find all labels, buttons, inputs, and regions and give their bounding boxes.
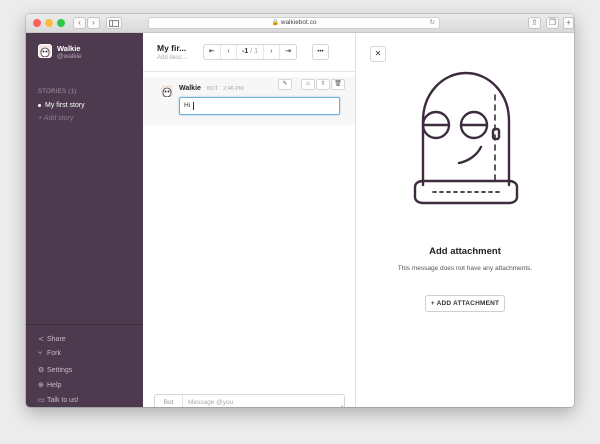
url-bar[interactable]: 🔒 walkiebot.co ↻ bbox=[148, 17, 440, 29]
chevron-right-icon: › bbox=[92, 18, 95, 27]
prev-page-button[interactable]: ‹ bbox=[221, 45, 238, 59]
sidebar: Walkie @walkie STORIES (1) My first stor… bbox=[26, 33, 143, 407]
sidebar-story-item[interactable]: My first story bbox=[38, 102, 85, 109]
zoom-window-button[interactable] bbox=[57, 19, 65, 27]
add-story-link[interactable]: + Add story bbox=[38, 115, 73, 122]
share-icon: ⇪ bbox=[531, 18, 538, 27]
sidebar-toggle-button[interactable] bbox=[106, 17, 122, 29]
composer: Bot Message @you ◢ bbox=[154, 394, 345, 407]
url-text: walkiebot.co bbox=[280, 19, 317, 26]
bot-handle: @walkie bbox=[57, 53, 82, 60]
message-pager: ⇤ ‹ -1 / 1 › ⇥ bbox=[203, 44, 297, 60]
delete-message-button[interactable]: 🗑 bbox=[331, 79, 345, 90]
sidebar-divider bbox=[26, 324, 143, 325]
share-label: Share bbox=[47, 336, 66, 343]
next-page-button[interactable]: › bbox=[264, 45, 281, 59]
story-description-input[interactable]: Add desc... bbox=[157, 55, 187, 61]
chevron-left-icon: ‹ bbox=[78, 18, 81, 27]
story-panel: My fir... Add desc... ⇤ ‹ -1 / 1 › ⇥ •••… bbox=[143, 33, 356, 407]
chat-icon: ▭ bbox=[38, 397, 45, 404]
pencil-icon: ✎ bbox=[282, 81, 288, 87]
upload-icon: ⇧ bbox=[320, 81, 326, 87]
browser-window: ‹ › 🔒 walkiebot.co ↻ ⇪ ❐ + Walkie @walki… bbox=[26, 14, 574, 407]
close-window-button[interactable] bbox=[33, 19, 41, 27]
bot-badge: BOT bbox=[206, 86, 219, 92]
page-indicator: -1 / 1 bbox=[237, 45, 264, 59]
robot-illustration-icon bbox=[413, 71, 519, 205]
gear-icon: ⚙ bbox=[38, 367, 45, 374]
attachment-subtitle: This message does not have any attachmen… bbox=[397, 265, 533, 272]
text-cursor bbox=[193, 102, 194, 110]
back-button[interactable]: ‹ bbox=[73, 17, 86, 29]
sidebar-item-fork[interactable]: ⑂ Fork bbox=[38, 350, 61, 357]
bot-name: Walkie bbox=[57, 44, 81, 53]
composer-input[interactable]: Message @you bbox=[188, 395, 233, 407]
stories-header: STORIES (1) bbox=[38, 89, 77, 95]
robot-avatar-icon bbox=[162, 87, 172, 97]
resize-handle-icon: ◢ bbox=[339, 404, 343, 407]
sidebar-icon bbox=[109, 20, 119, 27]
sidebar-item-talk[interactable]: ▭ Talk to us! bbox=[38, 396, 79, 404]
message-avatar bbox=[160, 84, 174, 98]
tabs-button[interactable]: ❐ bbox=[546, 17, 559, 29]
bot-avatar[interactable] bbox=[38, 44, 52, 58]
first-page-button[interactable]: ⇤ bbox=[204, 45, 221, 59]
sidebar-item-help[interactable]: ⊕ Help bbox=[38, 381, 61, 389]
add-attachment-button[interactable]: + ADD ATTACHMENT bbox=[425, 295, 505, 312]
attachment-panel: ✕ Add attachment This message does not h… bbox=[356, 33, 574, 407]
browser-titlebar: ‹ › 🔒 walkiebot.co ↻ ⇪ ❐ + bbox=[26, 14, 574, 33]
share-icon: ≺ bbox=[38, 336, 44, 343]
message-sender: Walkie bbox=[179, 85, 201, 92]
tabs-icon: ❐ bbox=[548, 18, 557, 27]
lock-icon: 🔒 bbox=[271, 20, 279, 26]
robot-avatar-icon bbox=[40, 47, 50, 57]
reload-icon[interactable]: ↻ bbox=[430, 18, 435, 28]
add-attachment-tool-button[interactable]: ⌂ bbox=[301, 79, 315, 90]
fork-icon: ⑂ bbox=[38, 350, 43, 357]
message-edit-input[interactable]: Hi bbox=[179, 97, 340, 115]
bullet-icon bbox=[38, 103, 41, 107]
more-options-button[interactable]: ••• bbox=[312, 44, 329, 60]
message-header: Walkie BOT 2:46 PM bbox=[179, 85, 244, 92]
story-title[interactable]: My fir... bbox=[157, 43, 186, 53]
sidebar-item-share[interactable]: ≺ Share bbox=[38, 335, 66, 343]
share-browser-button[interactable]: ⇪ bbox=[528, 17, 541, 29]
plus-icon: + bbox=[566, 18, 571, 27]
talk-label: Talk to us! bbox=[47, 397, 79, 404]
help-icon: ⊕ bbox=[38, 382, 44, 389]
composer-sender-toggle[interactable]: Bot bbox=[155, 395, 183, 407]
message-text: Hi bbox=[184, 102, 191, 109]
sidebar-item-settings[interactable]: ⚙ Settings bbox=[38, 366, 72, 374]
trash-icon: 🗑 bbox=[334, 81, 342, 87]
minimize-window-button[interactable] bbox=[45, 19, 53, 27]
last-page-button[interactable]: ⇥ bbox=[280, 45, 296, 59]
close-icon: ✕ bbox=[374, 49, 382, 58]
close-panel-button[interactable]: ✕ bbox=[370, 46, 386, 62]
fork-label: Fork bbox=[47, 350, 61, 357]
story-label: My first story bbox=[45, 102, 85, 109]
attachment-title: Add attachment bbox=[429, 246, 501, 257]
settings-label: Settings bbox=[47, 367, 73, 374]
attachment-icon: ⌂ bbox=[306, 81, 310, 87]
new-tab-button[interactable]: + bbox=[563, 17, 574, 29]
header-divider bbox=[143, 71, 356, 72]
edit-message-button[interactable]: ✎ bbox=[278, 79, 292, 90]
help-label: Help bbox=[47, 382, 62, 389]
upload-button[interactable]: ⇧ bbox=[316, 79, 330, 90]
message-time: 2:46 PM bbox=[223, 86, 244, 92]
forward-button[interactable]: › bbox=[87, 17, 100, 29]
